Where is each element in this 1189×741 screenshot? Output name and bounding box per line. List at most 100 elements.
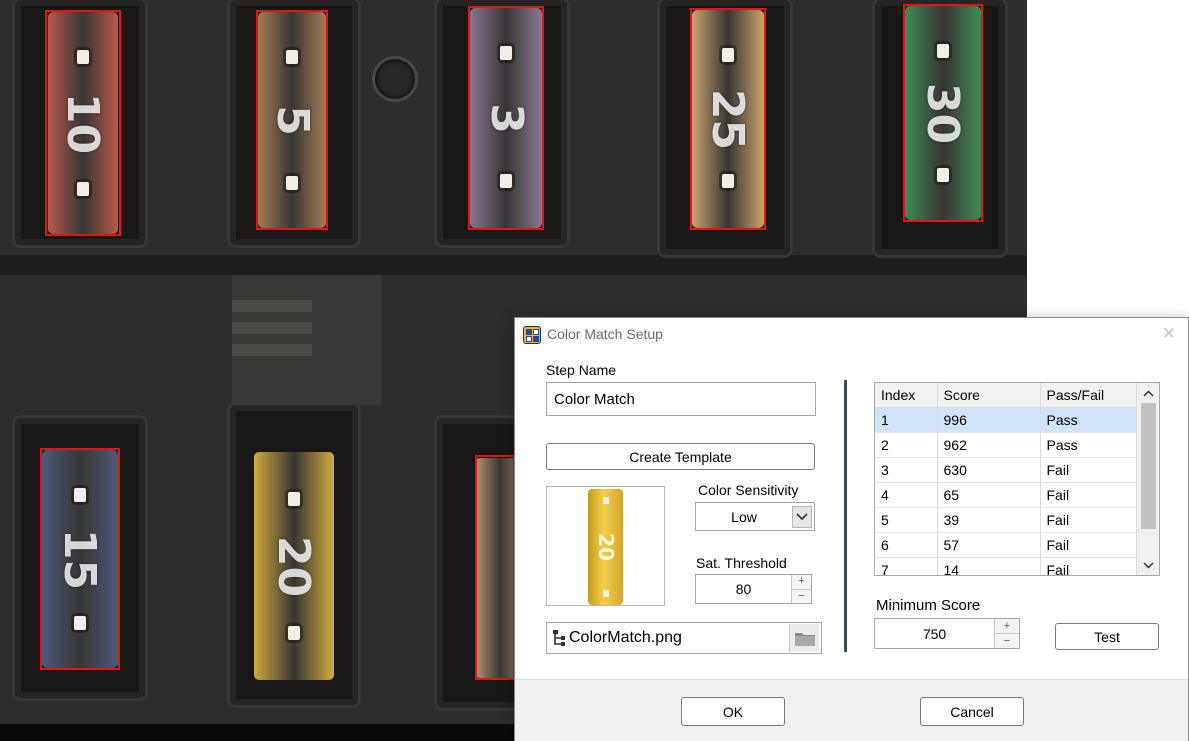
cell-score: 996 bbox=[937, 407, 1041, 433]
increment-icon[interactable]: + bbox=[792, 575, 811, 589]
table-row[interactable]: 5 39 Fail bbox=[875, 507, 1137, 533]
decrement-icon[interactable]: − bbox=[995, 633, 1019, 648]
test-button[interactable]: Test bbox=[1055, 623, 1159, 650]
cancel-button[interactable]: Cancel bbox=[920, 697, 1024, 726]
cell-score: 65 bbox=[937, 482, 1041, 508]
mounting-hole bbox=[372, 56, 418, 102]
cell-index: 1 bbox=[875, 407, 938, 433]
chevron-down-icon[interactable] bbox=[792, 505, 812, 528]
fuse-terminal bbox=[500, 46, 512, 60]
fuse-15: 15 bbox=[42, 450, 118, 668]
minimum-score-label: Minimum Score bbox=[876, 597, 981, 614]
table-row[interactable]: 1 996 Pass bbox=[875, 407, 1137, 433]
table-row[interactable]: 7 14 Fail bbox=[875, 557, 1137, 575]
cell-index: 3 bbox=[875, 457, 938, 483]
sat-threshold-value[interactable]: 80 bbox=[696, 575, 791, 603]
fuse-25: 25 bbox=[692, 10, 764, 228]
template-fuse-image: 20 bbox=[588, 489, 623, 605]
cell-pass-fail: Pass bbox=[1040, 432, 1137, 458]
color-match-setup-dialog: Color Match Setup ✕ Step Name Color Matc… bbox=[514, 317, 1189, 741]
folder-icon[interactable] bbox=[789, 624, 819, 652]
fuse-terminal bbox=[286, 50, 298, 64]
cell-index: 6 bbox=[875, 532, 938, 558]
fuse-terminal bbox=[937, 44, 949, 58]
create-template-button[interactable]: Create Template bbox=[546, 443, 815, 470]
fuse-terminal bbox=[74, 616, 86, 630]
cell-score: 39 bbox=[937, 507, 1041, 533]
dialog-footer: OK Cancel bbox=[515, 679, 1188, 741]
template-fuse-label: 20 bbox=[593, 533, 618, 561]
cell-index: 4 bbox=[875, 482, 938, 508]
chevron-up-icon[interactable] bbox=[1137, 384, 1159, 402]
decrement-icon[interactable]: − bbox=[792, 588, 811, 603]
step-name-label: Step Name bbox=[546, 362, 617, 378]
template-preview: 20 bbox=[546, 486, 665, 606]
fuse-terminal bbox=[77, 50, 89, 64]
fuse-terminal bbox=[74, 488, 86, 502]
table-row[interactable]: 4 65 Fail bbox=[875, 482, 1137, 508]
template-file-field[interactable]: ColorMatch.png bbox=[546, 622, 822, 654]
fuse-terminal bbox=[722, 174, 734, 188]
cell-pass-fail: Fail bbox=[1040, 507, 1137, 533]
fuse-label: 25 bbox=[702, 88, 754, 150]
cell-index: 5 bbox=[875, 507, 938, 533]
cell-score: 962 bbox=[937, 432, 1041, 458]
block-ridge bbox=[232, 300, 312, 312]
table-header-row: Index Score Pass/Fail bbox=[875, 383, 1137, 408]
fuse-3: 3 bbox=[470, 8, 542, 228]
dialog-titlebar[interactable]: Color Match Setup ✕ bbox=[515, 318, 1188, 351]
fuse-terminal bbox=[286, 176, 298, 190]
increment-icon[interactable]: + bbox=[995, 619, 1019, 633]
close-icon[interactable]: ✕ bbox=[1162, 325, 1176, 343]
section-divider bbox=[844, 380, 847, 652]
cell-score: 14 bbox=[937, 557, 1041, 575]
color-sensitivity-select[interactable]: Low bbox=[695, 502, 815, 531]
step-name-input[interactable]: Color Match bbox=[546, 382, 816, 416]
block-ridge bbox=[232, 322, 312, 334]
results-table[interactable]: Index Score Pass/Fail 1 996 Pass 2 962 Pass 3 6… bbox=[874, 382, 1160, 576]
fuse-10: 10 bbox=[48, 12, 118, 234]
fuse-5: 5 bbox=[258, 12, 326, 228]
scrollbar-thumb[interactable] bbox=[1141, 403, 1156, 529]
results-scrollbar[interactable] bbox=[1136, 383, 1159, 575]
cell-pass-fail: Fail bbox=[1040, 532, 1137, 558]
column-header-pass-fail[interactable]: Pass/Fail bbox=[1040, 383, 1137, 408]
cell-score: 57 bbox=[937, 532, 1041, 558]
app-logo-icon bbox=[523, 326, 541, 344]
fuse-label: 3 bbox=[480, 102, 532, 134]
table-row[interactable]: 2 962 Pass bbox=[875, 432, 1137, 458]
table-row[interactable]: 3 630 Fail bbox=[875, 457, 1137, 483]
color-sensitivity-value: Low bbox=[731, 508, 757, 525]
table-row[interactable]: 6 57 Fail bbox=[875, 532, 1137, 558]
fuse-terminal bbox=[77, 182, 89, 196]
sat-threshold-stepper[interactable]: 80 + − bbox=[695, 574, 812, 604]
column-header-index[interactable]: Index bbox=[875, 383, 938, 408]
cell-pass-fail: Fail bbox=[1040, 457, 1137, 483]
fuse-terminal bbox=[722, 48, 734, 62]
fuse-label: 15 bbox=[54, 528, 106, 590]
ok-button[interactable]: OK bbox=[681, 697, 785, 726]
fuse-terminal bbox=[288, 492, 300, 506]
cell-pass-fail: Fail bbox=[1040, 557, 1137, 575]
block-ridge bbox=[0, 255, 1027, 275]
column-header-score[interactable]: Score bbox=[937, 383, 1041, 408]
fuse-label: 5 bbox=[266, 104, 318, 136]
cell-index: 7 bbox=[875, 557, 938, 575]
cell-pass-fail: Fail bbox=[1040, 482, 1137, 508]
minimum-score-value[interactable]: 750 bbox=[875, 619, 994, 648]
block-ridge bbox=[232, 275, 382, 405]
fuse-label: 20 bbox=[268, 535, 320, 597]
block-ridge bbox=[232, 344, 312, 356]
color-sensitivity-label: Color Sensitivity bbox=[698, 482, 799, 498]
fuse-terminal bbox=[500, 174, 512, 188]
file-tree-icon bbox=[553, 630, 565, 646]
chevron-down-icon[interactable] bbox=[1137, 556, 1159, 574]
fuse-20: 20 bbox=[254, 452, 334, 680]
cell-index: 2 bbox=[875, 432, 938, 458]
fuse-label: 10 bbox=[57, 92, 109, 154]
fuse-30: 30 bbox=[905, 6, 981, 220]
cell-score: 630 bbox=[937, 457, 1041, 483]
dialog-title: Color Match Setup bbox=[547, 326, 663, 342]
cell-pass-fail: Pass bbox=[1040, 407, 1137, 433]
minimum-score-stepper[interactable]: 750 + − bbox=[874, 618, 1020, 649]
